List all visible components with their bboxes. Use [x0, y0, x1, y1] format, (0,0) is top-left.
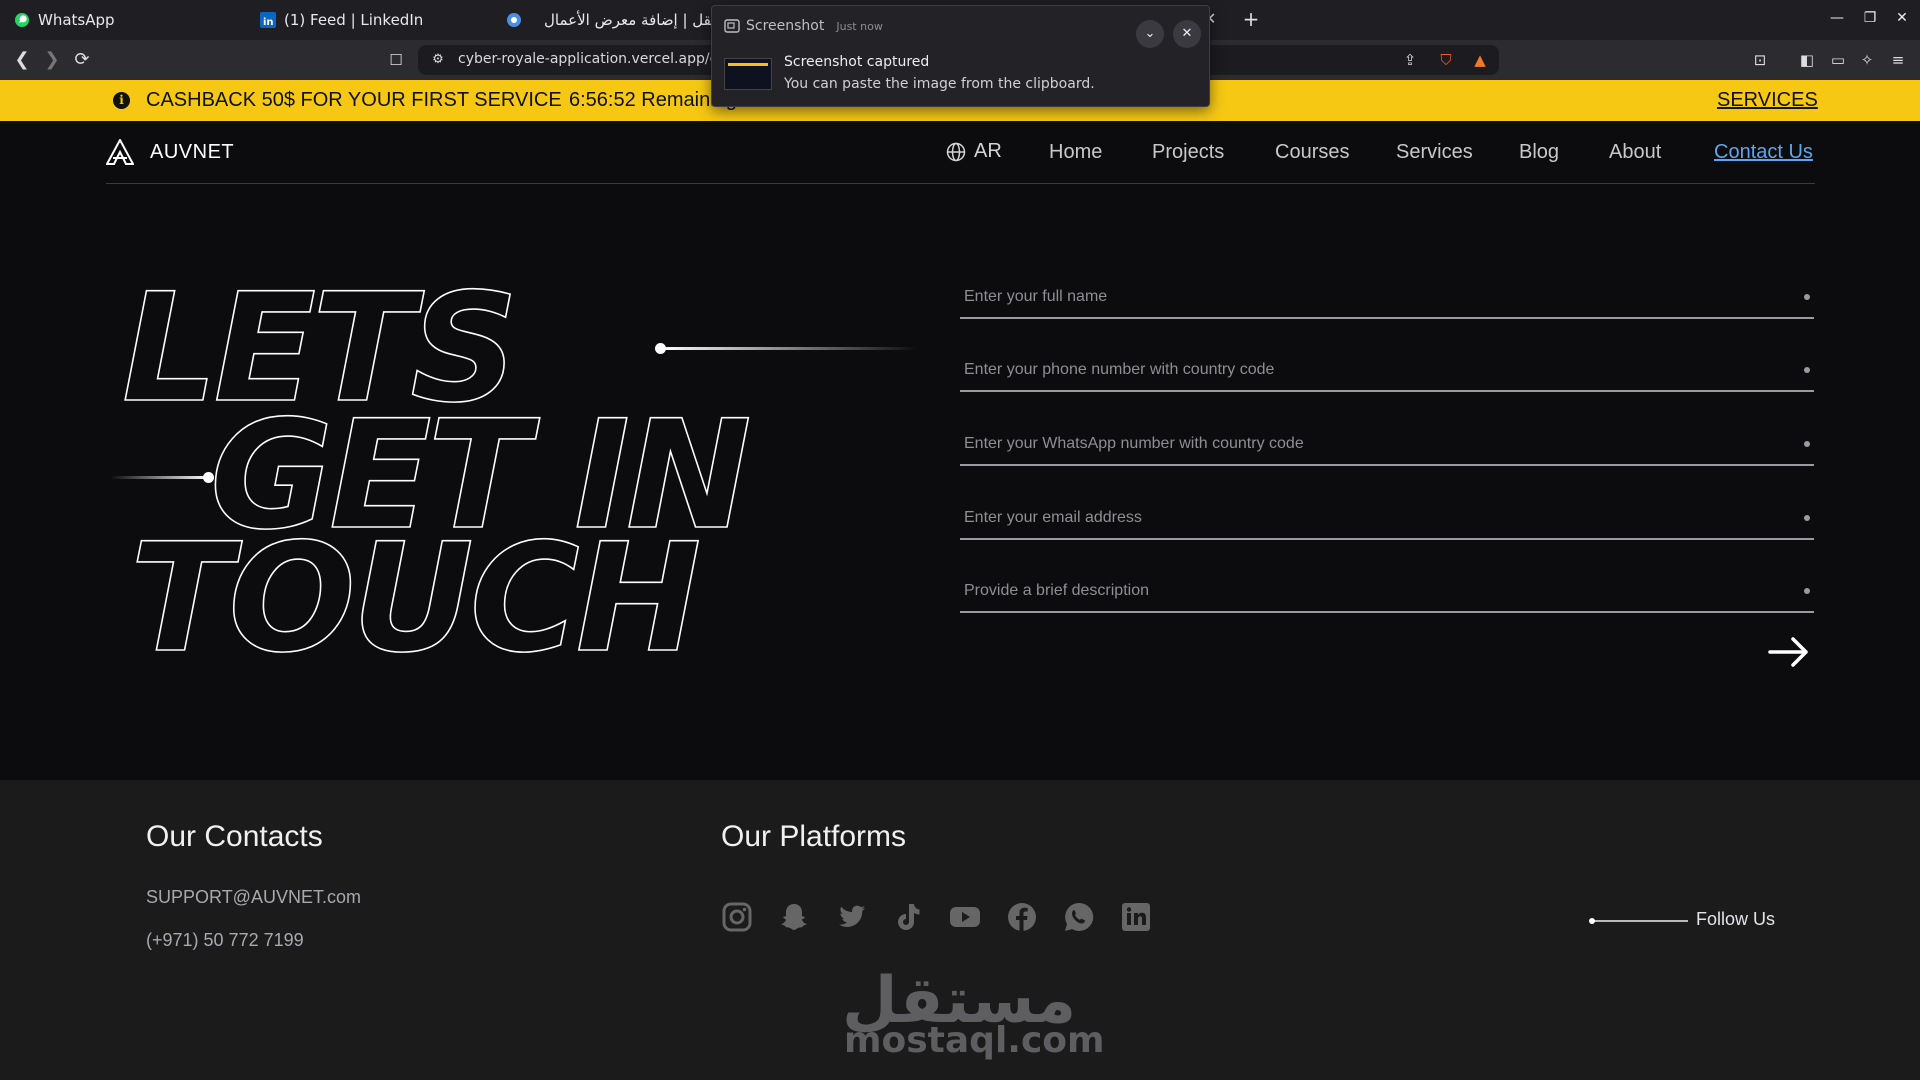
linkedin-icon: in: [260, 12, 276, 28]
hero-headline: LETS GET IN TOUCH: [121, 272, 754, 687]
required-dot: [1804, 441, 1810, 447]
tab-label: مستقل | إضافة معرض الأعمال: [544, 11, 738, 29]
linkedin-icon[interactable]: [1119, 900, 1153, 934]
full-name-input[interactable]: [960, 277, 1780, 317]
wallet-icon[interactable]: ▭: [1828, 50, 1848, 70]
contacts-title: Our Contacts: [146, 820, 323, 853]
new-tab-button[interactable]: +: [1239, 8, 1263, 32]
toast-time: Just now: [836, 19, 883, 33]
decor-dot-left: [203, 472, 214, 483]
snapchat-icon[interactable]: [777, 900, 811, 934]
language-switch[interactable]: AR: [946, 140, 1002, 163]
back-icon[interactable]: ❮: [10, 48, 34, 72]
chrome-icon: [507, 13, 521, 27]
decor-line-top: [660, 347, 918, 350]
toast-header: Screenshot Just now: [724, 18, 883, 34]
decor-line-left: [110, 476, 210, 479]
brave-rewards-icon[interactable]: ▲: [1470, 50, 1490, 70]
phone-field: [960, 350, 1814, 392]
leo-ai-icon[interactable]: ✧: [1857, 50, 1877, 70]
services-link[interactable]: SERVICES: [1717, 89, 1818, 112]
toast-app-name: Screenshot: [746, 18, 825, 34]
whatsapp-field: [960, 424, 1814, 466]
nav-about[interactable]: About: [1609, 141, 1661, 164]
bookmark-icon[interactable]: ☐: [386, 50, 406, 70]
nav-home[interactable]: Home: [1049, 141, 1102, 164]
toast-title: Screenshot captured: [784, 54, 930, 70]
sidebar-icon[interactable]: ◧: [1797, 50, 1817, 70]
contact-hero: LETS GET IN TOUCH: [0, 184, 1920, 780]
forward-icon[interactable]: ❯: [40, 48, 64, 72]
tab-label: WhatsApp: [38, 11, 115, 29]
tab-mostaql[interactable]: مستقل | إضافة معرض الأعمال: [506, 0, 737, 40]
promo-text: CASHBACK 50$ FOR YOUR FIRST SERVICE: [146, 89, 562, 111]
auvnet-logo-icon[interactable]: [106, 139, 134, 165]
menu-icon[interactable]: ≡: [1888, 50, 1908, 70]
brave-shield-icon[interactable]: ⛉: [1436, 50, 1456, 70]
email-field: [960, 498, 1814, 540]
required-dot: [1804, 367, 1810, 373]
site-footer: Our Contacts SUPPORT@AUVNET.com (+971) 5…: [0, 780, 1920, 1080]
email-input[interactable]: [960, 498, 1780, 538]
full-name-field: [960, 277, 1814, 319]
brand-name[interactable]: AUVNET: [150, 141, 234, 164]
follow-line: [1590, 920, 1688, 922]
instagram-icon[interactable]: [720, 900, 754, 934]
close-window-icon[interactable]: ✕: [1892, 10, 1912, 26]
headline-line-3: TOUCH: [130, 512, 699, 686]
nav-contact-us[interactable]: Contact Us: [1714, 141, 1813, 164]
share-icon[interactable]: ⇪: [1400, 50, 1420, 70]
globe-icon: [946, 142, 966, 161]
follow-us-label: Follow Us: [1696, 909, 1776, 929]
language-label: AR: [974, 140, 1002, 162]
tiktok-icon[interactable]: [891, 900, 925, 934]
support-phone[interactable]: (+971) 50 772 7199: [146, 930, 304, 951]
nav-services[interactable]: Services: [1396, 141, 1473, 164]
whatsapp-icon: [15, 13, 29, 27]
screenshot-icon: [724, 19, 740, 33]
required-dot: [1804, 294, 1810, 300]
info-icon: i: [113, 92, 130, 109]
minimize-icon[interactable]: —: [1827, 10, 1847, 26]
tab-linkedin[interactable]: in (1) Feed | LinkedIn: [260, 0, 423, 40]
tab-whatsapp[interactable]: WhatsApp: [14, 0, 115, 40]
follow-dot: [1589, 918, 1595, 924]
whatsapp-icon[interactable]: [1062, 900, 1096, 934]
site-info-icon[interactable]: ⚙: [428, 50, 448, 70]
mostaql-watermark-url: mostaql.com: [844, 1020, 1105, 1061]
twitter-icon[interactable]: [834, 900, 868, 934]
site-header: AUVNET AR Home Projects Courses Services…: [106, 121, 1815, 184]
nav-projects[interactable]: Projects: [1152, 141, 1224, 164]
description-field: [960, 571, 1814, 613]
nav-courses[interactable]: Courses: [1275, 141, 1349, 164]
screenshot-thumbnail[interactable]: [724, 58, 772, 90]
youtube-icon[interactable]: [948, 900, 982, 934]
svg-text:in: in: [263, 17, 274, 28]
decor-dot-top: [655, 343, 666, 354]
screenshot-tool-icon[interactable]: ⊡: [1750, 50, 1770, 70]
required-dot: [1804, 515, 1810, 521]
support-email[interactable]: SUPPORT@AUVNET.com: [146, 887, 361, 908]
arrow-right-icon[interactable]: [1768, 635, 1810, 669]
description-input[interactable]: [960, 571, 1780, 611]
nav-blog[interactable]: Blog: [1519, 141, 1559, 164]
required-dot: [1804, 588, 1810, 594]
chevron-down-icon[interactable]: ⌄: [1136, 20, 1164, 48]
restore-icon[interactable]: ❐: [1860, 10, 1880, 26]
phone-input[interactable]: [960, 350, 1780, 390]
tab-label: (1) Feed | LinkedIn: [284, 11, 424, 29]
screenshot-notification: Screenshot Just now ⌄ ✕ Screenshot captu…: [711, 5, 1210, 107]
whatsapp-input[interactable]: [960, 424, 1780, 464]
reload-icon[interactable]: ⟳: [70, 48, 94, 72]
facebook-icon[interactable]: [1005, 900, 1039, 934]
toast-message: You can paste the image from the clipboa…: [784, 76, 1095, 92]
close-icon[interactable]: ✕: [1173, 20, 1201, 48]
platforms-title: Our Platforms: [721, 820, 907, 853]
